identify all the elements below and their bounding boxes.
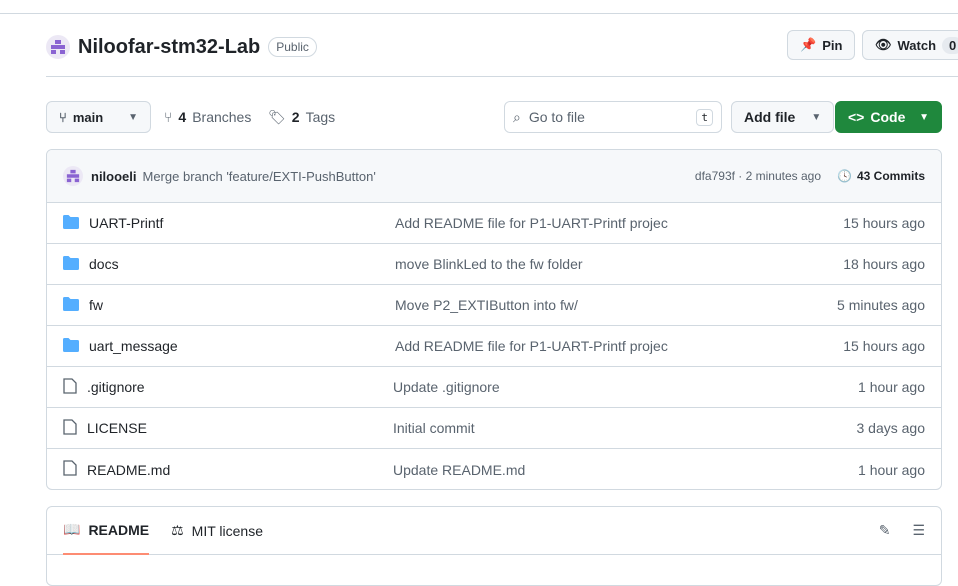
author-avatar: [63, 166, 83, 186]
file-icon: [63, 377, 77, 397]
file-commit-message[interactable]: move BlinkLed to the fw folder: [395, 256, 843, 272]
folder-icon: [63, 337, 79, 355]
scale-icon: ⚖: [171, 522, 184, 538]
tab-license[interactable]: ⚖ MIT license: [171, 507, 263, 555]
file-name[interactable]: docs: [79, 256, 395, 272]
file-commit-message[interactable]: Update README.md: [393, 462, 858, 478]
header-divider: [46, 76, 958, 77]
pin-icon: 📌: [800, 37, 817, 52]
search-icon: ⌕: [513, 108, 521, 125]
file-time: 3 days ago: [856, 420, 926, 436]
book-icon: 📖: [63, 521, 81, 537]
history-icon: 🕓: [837, 169, 852, 183]
owner-avatar[interactable]: [46, 35, 70, 59]
eye-icon: 👁: [875, 37, 892, 52]
add-file-button[interactable]: Add file ▼: [731, 101, 835, 133]
file-name[interactable]: uart_message: [79, 338, 395, 354]
visibility-badge: Public: [268, 37, 317, 57]
folder-icon: [63, 255, 79, 273]
file-commit-message[interactable]: Update .gitignore: [393, 379, 858, 395]
latest-commit: nilooeli Merge branch 'feature/EXTI-Push…: [47, 150, 941, 203]
file-row: .gitignore Update .gitignore 1 hour ago: [47, 367, 941, 408]
file-commit-message[interactable]: Move P2_EXTIButton into fw/: [395, 297, 837, 313]
folder-icon: [63, 296, 79, 314]
code-button[interactable]: <> Code ▼: [835, 101, 942, 133]
file-time: 15 hours ago: [843, 338, 925, 354]
file-commit-message[interactable]: Add README file for P1-UART-Printf proje…: [395, 215, 843, 231]
repo-toolbar: ⑂ main ▼ ⑂ 4 Branches 🏷 2 Tags ⌕ Go to file t Ad…: [46, 101, 942, 133]
branches-link[interactable]: ⑂ 4 Branches: [164, 109, 251, 125]
file-row: fw Move P2_EXTIButton into fw/5 minutes a…: [47, 285, 941, 326]
file-icon: [63, 418, 77, 438]
tags-link[interactable]: 🏷 2 Tags: [268, 109, 335, 126]
file-name[interactable]: fw: [79, 297, 395, 313]
file-commit-message[interactable]: Initial commit: [393, 420, 857, 436]
shortcut-key: t: [696, 108, 713, 126]
file-time: 15 hours ago: [843, 215, 925, 231]
chevron-down-icon: ▼: [811, 111, 822, 123]
chevron-down-icon: ▼: [128, 111, 138, 123]
watch-count: 0: [942, 36, 958, 54]
folder-icon: [63, 214, 79, 232]
file-time: 18 hours ago: [843, 256, 925, 272]
repo-header: Niloofar-stm32-Lab Public 📌 Pin 👁 Watch 0: [46, 30, 958, 64]
go-to-file-input[interactable]: ⌕ Go to file t: [504, 101, 722, 133]
readme-panel: 📖 README ⚖ MIT license ✎ ☰: [46, 506, 942, 586]
file-row: uart_message Add README file for P1-UART-…: [47, 326, 941, 367]
branch-select[interactable]: ⑂ main ▼: [46, 101, 151, 133]
branch-icon: ⑂: [164, 109, 173, 125]
tag-icon: 🏷: [268, 109, 286, 125]
repo-name[interactable]: Niloofar-stm32-Lab: [78, 36, 260, 59]
chevron-down-icon: ▼: [919, 111, 929, 123]
tab-readme[interactable]: 📖 README: [63, 507, 150, 555]
pin-button[interactable]: 📌 Pin: [787, 30, 856, 60]
file-browser: nilooeli Merge branch 'feature/EXTI-Push…: [46, 149, 942, 490]
file-name[interactable]: UART-Printf: [79, 215, 395, 231]
edit-icon[interactable]: ✎: [879, 522, 891, 539]
file-time: 5 minutes ago: [837, 297, 925, 313]
commits-link[interactable]: 🕓 43 Commits: [837, 169, 925, 183]
commit-message[interactable]: Merge branch 'feature/EXTI-PushButton': [143, 169, 376, 184]
file-row: LICENSE Initial commit 3 days ago: [47, 408, 941, 449]
file-commit-message[interactable]: Add README file for P1-UART-Printf proje…: [395, 338, 843, 354]
file-name[interactable]: README.md: [77, 462, 393, 478]
file-icon: [63, 460, 77, 479]
file-row: UART-Printf Add README file for P1-UART-P…: [47, 203, 941, 244]
watch-button[interactable]: 👁 Watch 0: [862, 30, 958, 60]
top-divider: [0, 13, 958, 14]
file-row: README.md Update README.md 1 hour ago: [47, 449, 941, 489]
branch-icon: ⑂: [59, 109, 67, 125]
code-icon: <>: [848, 109, 865, 125]
file-time: 1 hour ago: [858, 379, 925, 395]
file-time: 1 hour ago: [858, 461, 925, 478]
commit-meta[interactable]: dfa793f · 2 minutes ago: [695, 169, 821, 183]
file-row: docs move BlinkLed to the fw folder 18 hou…: [47, 244, 941, 285]
file-name[interactable]: .gitignore: [77, 379, 393, 395]
commit-author[interactable]: nilooeli: [91, 169, 137, 184]
file-name[interactable]: LICENSE: [77, 420, 393, 436]
outline-icon[interactable]: ☰: [912, 522, 925, 539]
